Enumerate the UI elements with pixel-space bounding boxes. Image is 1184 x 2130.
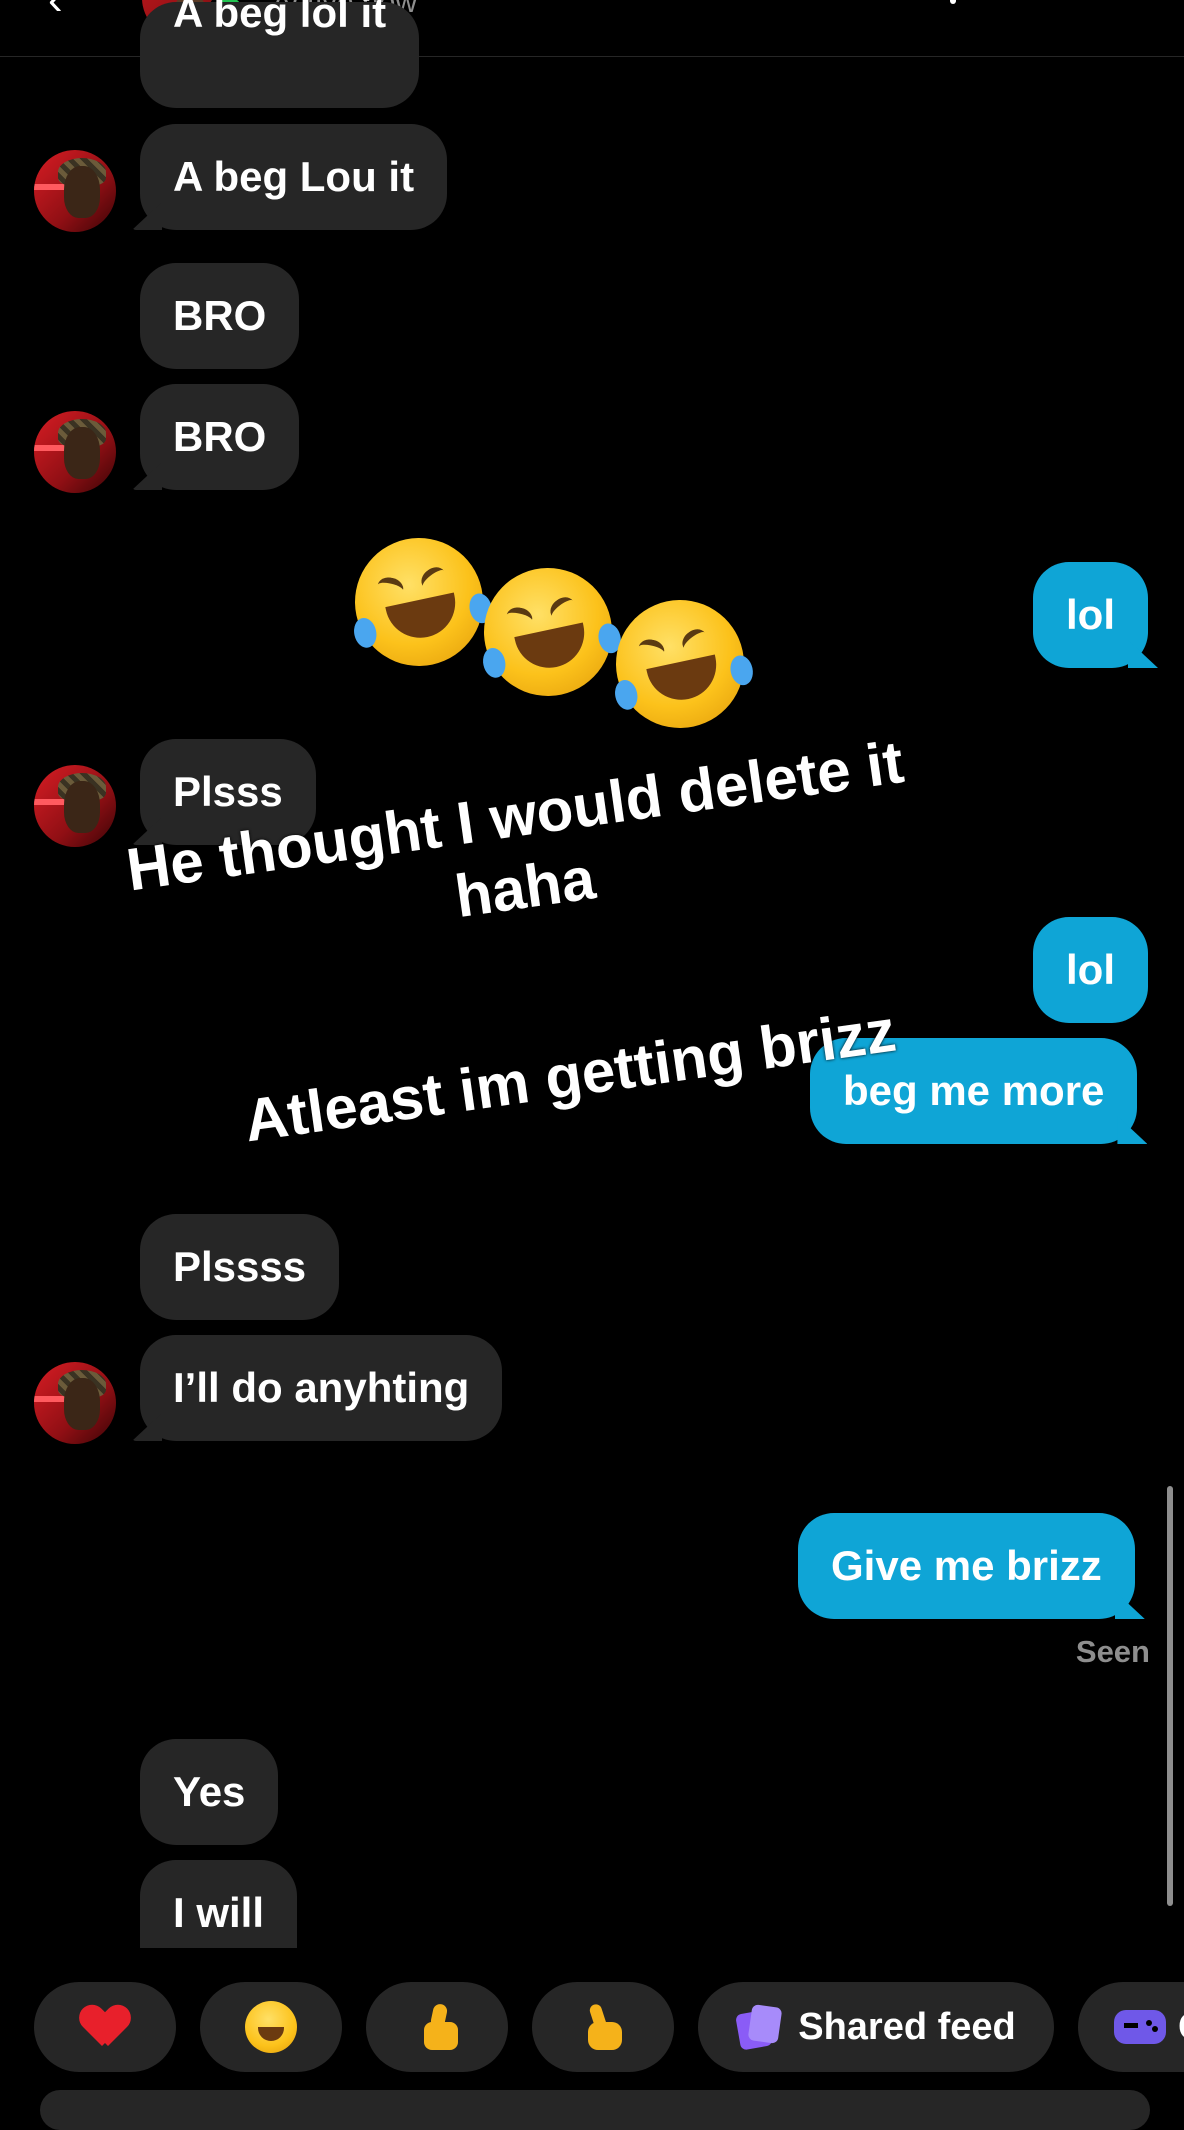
quick-reaction-thumbs-up[interactable] — [366, 1982, 508, 2072]
tears-of-joy-icon — [245, 2001, 297, 2053]
games-label: G — [1178, 2006, 1184, 2049]
message-incoming[interactable]: Yes — [140, 1739, 279, 1845]
red-heart-icon — [82, 2006, 128, 2048]
message-text: lol — [1066, 946, 1115, 993]
pointing-hand-icon — [578, 2002, 628, 2052]
message-text: I’ll do anyhting — [173, 1364, 470, 1411]
message-outgoing[interactable]: lol — [1033, 917, 1148, 1023]
quick-reactions-bar: Shared feed G — [0, 1982, 1184, 2072]
message-incoming[interactable]: I’ll do anyhting — [140, 1335, 503, 1441]
quick-reaction-heart[interactable] — [34, 1982, 176, 2072]
shared-feed-label: Shared feed — [798, 2005, 1016, 2048]
message-text: I will — [173, 1889, 265, 1936]
games-button[interactable]: G — [1078, 1982, 1184, 2072]
avatar-detail — [64, 1378, 100, 1430]
rofl-emoji-icon — [604, 588, 756, 740]
sender-avatar[interactable] — [34, 765, 116, 847]
message-text: Plsss — [173, 768, 283, 815]
avatar-detail — [64, 166, 100, 218]
quick-reaction-point[interactable] — [532, 1982, 674, 2072]
avatar-detail — [64, 781, 100, 833]
message-text: BRO — [173, 413, 267, 460]
message-incoming[interactable]: I will — [140, 1860, 298, 1948]
rofl-emoji-icon — [343, 526, 495, 678]
message-text: A beg Lou it — [173, 153, 415, 200]
overlay-caption: Atleast im getting brizz — [228, 993, 911, 1159]
back-chevron-icon[interactable]: ‹ — [48, 0, 63, 22]
sender-avatar[interactable] — [34, 411, 116, 493]
message-input[interactable] — [40, 2090, 1150, 2130]
message-outgoing[interactable]: lol — [1033, 562, 1148, 668]
shared-feed-button[interactable]: Shared feed — [698, 1982, 1054, 2072]
message-text: BRO — [173, 292, 267, 339]
shared-feed-icon — [736, 2004, 782, 2050]
avatar-detail — [64, 427, 100, 479]
seen-receipt: Seen — [1075, 1634, 1150, 1669]
message-text: Plssss — [173, 1243, 307, 1290]
message-outgoing[interactable]: Give me brizz — [798, 1513, 1135, 1619]
overlay-caption-line: Atleast im getting brizz — [240, 996, 900, 1155]
message-incoming[interactable]: BRO — [140, 384, 300, 490]
sender-avatar[interactable] — [34, 150, 116, 232]
rofl-emoji-icon — [472, 556, 624, 708]
message-incoming[interactable]: A beg Lou it — [140, 124, 448, 230]
message-text: Yes — [173, 1768, 246, 1815]
thumbs-up-icon — [412, 2002, 462, 2052]
sender-avatar[interactable] — [34, 1362, 116, 1444]
message-text: lol — [1066, 591, 1115, 638]
message-text: beg me more — [843, 1067, 1105, 1114]
call-icon[interactable] — [950, 0, 956, 4]
quick-reaction-joy[interactable] — [200, 1982, 342, 2072]
scrollbar[interactable] — [1167, 1486, 1173, 1906]
message-incoming[interactable]: BRO — [140, 263, 300, 369]
message-text: A beg lol it — [173, 0, 387, 36]
message-incoming[interactable]: A beg lol it — [140, 0, 420, 108]
game-controller-icon — [1114, 2010, 1166, 2044]
message-incoming[interactable]: Plssss — [140, 1214, 340, 1320]
message-text: Give me brizz — [831, 1542, 1102, 1589]
